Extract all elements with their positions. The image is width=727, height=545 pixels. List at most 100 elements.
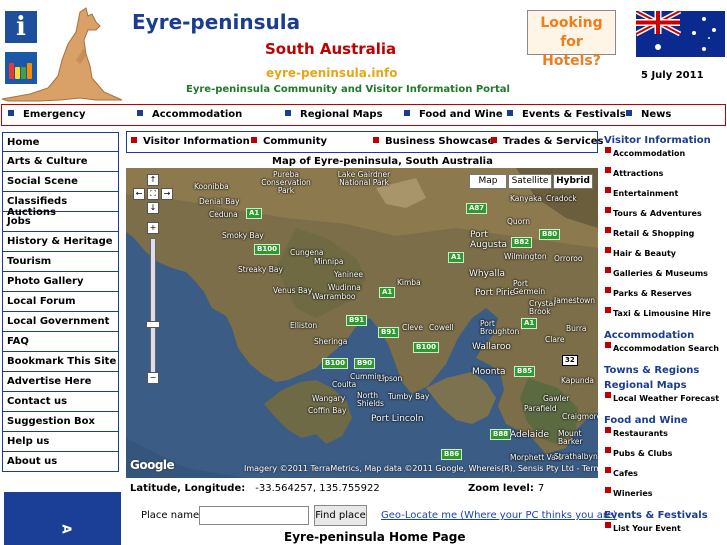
site-title[interactable]: Eyre-peninsula	[132, 10, 300, 34]
sidebar-link[interactable]: Retail & Shopping	[604, 227, 727, 249]
sidebar-link[interactable]: Wineries	[604, 487, 727, 509]
sidebar-label: Galleries & Museums	[613, 269, 708, 278]
pan-right-icon[interactable]: →	[161, 188, 173, 200]
geo-locate-link[interactable]: Geo-Locate me (Where your PC thinks you …	[381, 510, 617, 521]
sidebar-section-heading[interactable]: Towns & Regions	[604, 365, 727, 379]
zoom-level-value: 7	[537, 483, 545, 494]
sidebar-link[interactable]: Accommodation Search	[604, 342, 727, 364]
zoom-out-icon[interactable]: −	[147, 372, 159, 384]
sub-nav-business-showcase[interactable]: Business Showcase	[373, 136, 494, 147]
sidebar-link[interactable]: Local Weather Forecast	[604, 392, 727, 414]
bullet-icon	[605, 167, 611, 173]
map-type-map[interactable]: Map	[469, 174, 507, 189]
portal-tagline: Eyre-peninsula Community and Visitor Inf…	[186, 84, 510, 95]
left-nav-item[interactable]: About us	[2, 452, 119, 472]
pan-down-icon[interactable]: ↓	[147, 202, 159, 214]
town-label: Moonta	[472, 367, 506, 377]
left-nav-item[interactable]: Bookmark This Site	[2, 352, 119, 372]
left-nav-item[interactable]: History & Heritage	[2, 232, 119, 252]
pan-up-icon[interactable]: ↑	[147, 174, 159, 186]
promo-banner[interactable]: A	[4, 492, 121, 545]
bullet-icon	[605, 342, 611, 348]
map-copyright[interactable]: Imagery ©2011 TerraMetrics, Map data ©20…	[244, 464, 598, 473]
sidebar-link[interactable]: Pubs & Clubs	[604, 447, 727, 469]
sub-nav-community[interactable]: Community	[251, 136, 327, 147]
bullet-icon	[507, 110, 513, 116]
sidebar-link[interactable]: Parks & Reserves	[604, 287, 727, 309]
town-label: Ceduna	[209, 210, 238, 219]
sidebar-link[interactable]: List Your Event	[604, 522, 727, 544]
road-marker: B86	[441, 449, 463, 460]
left-nav-item[interactable]: Classifieds Auctions	[2, 192, 119, 218]
left-nav-item[interactable]: Social Scene	[2, 172, 119, 192]
zoom-slider-handle[interactable]	[146, 321, 160, 328]
bullet-icon	[605, 287, 611, 293]
map-type-satellite[interactable]: Satellite	[508, 174, 552, 189]
sidebar-label: Events & Festivals	[604, 510, 708, 521]
sidebar-link[interactable]: Tours & Adventures	[604, 207, 727, 229]
left-nav-item[interactable]: Help us	[2, 432, 119, 452]
left-nav-item[interactable]: Local Forum	[2, 292, 119, 312]
top-nav-accommodation[interactable]: Accommodation	[137, 109, 242, 120]
top-nav-events-festivals[interactable]: Events & Festivals	[507, 109, 626, 120]
road-marker: A1	[379, 287, 396, 298]
sub-nav-visitor-information[interactable]: Visitor Information	[131, 136, 250, 147]
town-label: Quorn	[507, 217, 530, 226]
place-name-input[interactable]	[199, 506, 309, 525]
left-nav-item[interactable]: Contact us	[2, 392, 119, 412]
sidebar-label: Pubs & Clubs	[613, 449, 673, 458]
top-nav-emergency[interactable]: Emergency	[8, 109, 85, 120]
coordinates-readout: Latitude, Longitude: -33.564257, 135.7559…	[130, 483, 380, 494]
zoom-slider[interactable]	[150, 238, 156, 373]
sidebar-link[interactable]: Hair & Beauty	[604, 247, 727, 269]
sidebar-section-heading[interactable]: Visitor Information	[604, 135, 727, 149]
top-nav-news[interactable]: News	[626, 109, 671, 120]
left-nav-item[interactable]: Suggestion Box	[2, 412, 119, 432]
town-label: Cungena	[290, 248, 324, 257]
left-nav-item[interactable]: Local Government	[2, 312, 119, 332]
sidebar-section-heading[interactable]: Accommodation	[604, 330, 727, 344]
find-place-button[interactable]: Find place	[314, 505, 367, 526]
sidebar-link[interactable]: Entertainment	[604, 187, 727, 209]
top-nav-food-and-wine[interactable]: Food and Wine	[404, 109, 503, 120]
sidebar-label: Entertainment	[613, 189, 679, 198]
sidebar-link[interactable]: Accommodation	[604, 147, 727, 169]
hotels-button[interactable]: Looking for Hotels?	[527, 10, 616, 69]
sidebar-section-heading[interactable]: Regional Maps	[604, 380, 727, 394]
sidebar-link[interactable]: Restaurants	[604, 427, 727, 449]
left-nav-item[interactable]: Arts & Culture	[2, 152, 119, 172]
road-marker: B82	[511, 237, 533, 248]
town-label: Port Germein	[513, 279, 546, 296]
top-nav-label: Regional Maps	[300, 109, 383, 120]
bullet-icon	[251, 137, 257, 143]
map-type-hybrid[interactable]: Hybrid	[553, 174, 593, 189]
town-label: Wilmington	[504, 252, 547, 261]
sidebar-label: Visitor Information	[604, 135, 711, 146]
top-nav-regional-maps[interactable]: Regional Maps	[285, 109, 383, 120]
family-icon[interactable]	[5, 52, 37, 84]
pan-center-icon[interactable]: ⛶	[147, 188, 159, 200]
road-marker: B100	[254, 244, 280, 255]
sub-nav-trades-services[interactable]: Trades & Services	[491, 136, 604, 147]
state-title: South Australia	[265, 40, 397, 58]
sidebar-link[interactable]: Cafes	[604, 467, 727, 489]
left-nav-item[interactable]: Home	[2, 132, 119, 152]
sidebar-link[interactable]: Attractions	[604, 167, 727, 189]
map-viewport[interactable]: Map Satellite Hybrid ↑ ← ⛶ → ↓ + − A1 B1…	[126, 168, 598, 478]
coordinates-value: -33.564257, 135.755922	[255, 483, 380, 494]
google-logo[interactable]: Google	[130, 458, 175, 472]
town-label: Clare	[545, 335, 565, 344]
info-icon[interactable]: i	[5, 11, 37, 43]
left-nav-item[interactable]: FAQ	[2, 332, 119, 352]
sidebar-label: Wineries	[613, 489, 653, 498]
zoom-in-icon[interactable]: +	[147, 222, 159, 234]
left-nav-item[interactable]: Advertise Here	[2, 372, 119, 392]
pan-left-icon[interactable]: ←	[133, 188, 145, 200]
sidebar-section-heading[interactable]: Events & Festivals	[604, 510, 727, 524]
sidebar-link[interactable]: Taxi & Limousine Hire	[604, 307, 727, 329]
sub-nav-label: Visitor Information	[143, 136, 250, 147]
left-nav-item[interactable]: Tourism	[2, 252, 119, 272]
left-nav-item[interactable]: Photo Gallery	[2, 272, 119, 292]
sidebar-link[interactable]: Galleries & Museums	[604, 267, 727, 289]
sidebar-section-heading[interactable]: Food and Wine	[604, 415, 727, 429]
